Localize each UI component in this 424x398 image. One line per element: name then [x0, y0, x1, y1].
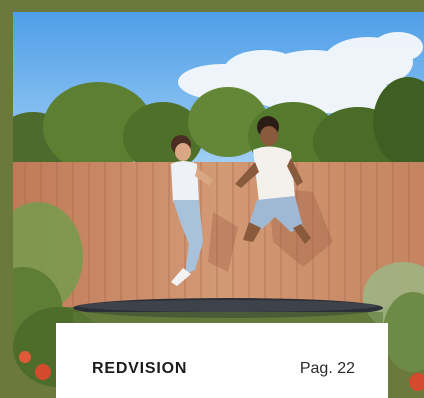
page-number: Pag. 22	[299, 360, 355, 377]
page-frame: REDVISION Pag. 22	[0, 0, 424, 398]
brand-name: REDVISION	[92, 360, 188, 377]
caption-card: REDVISION Pag. 22	[56, 323, 388, 398]
